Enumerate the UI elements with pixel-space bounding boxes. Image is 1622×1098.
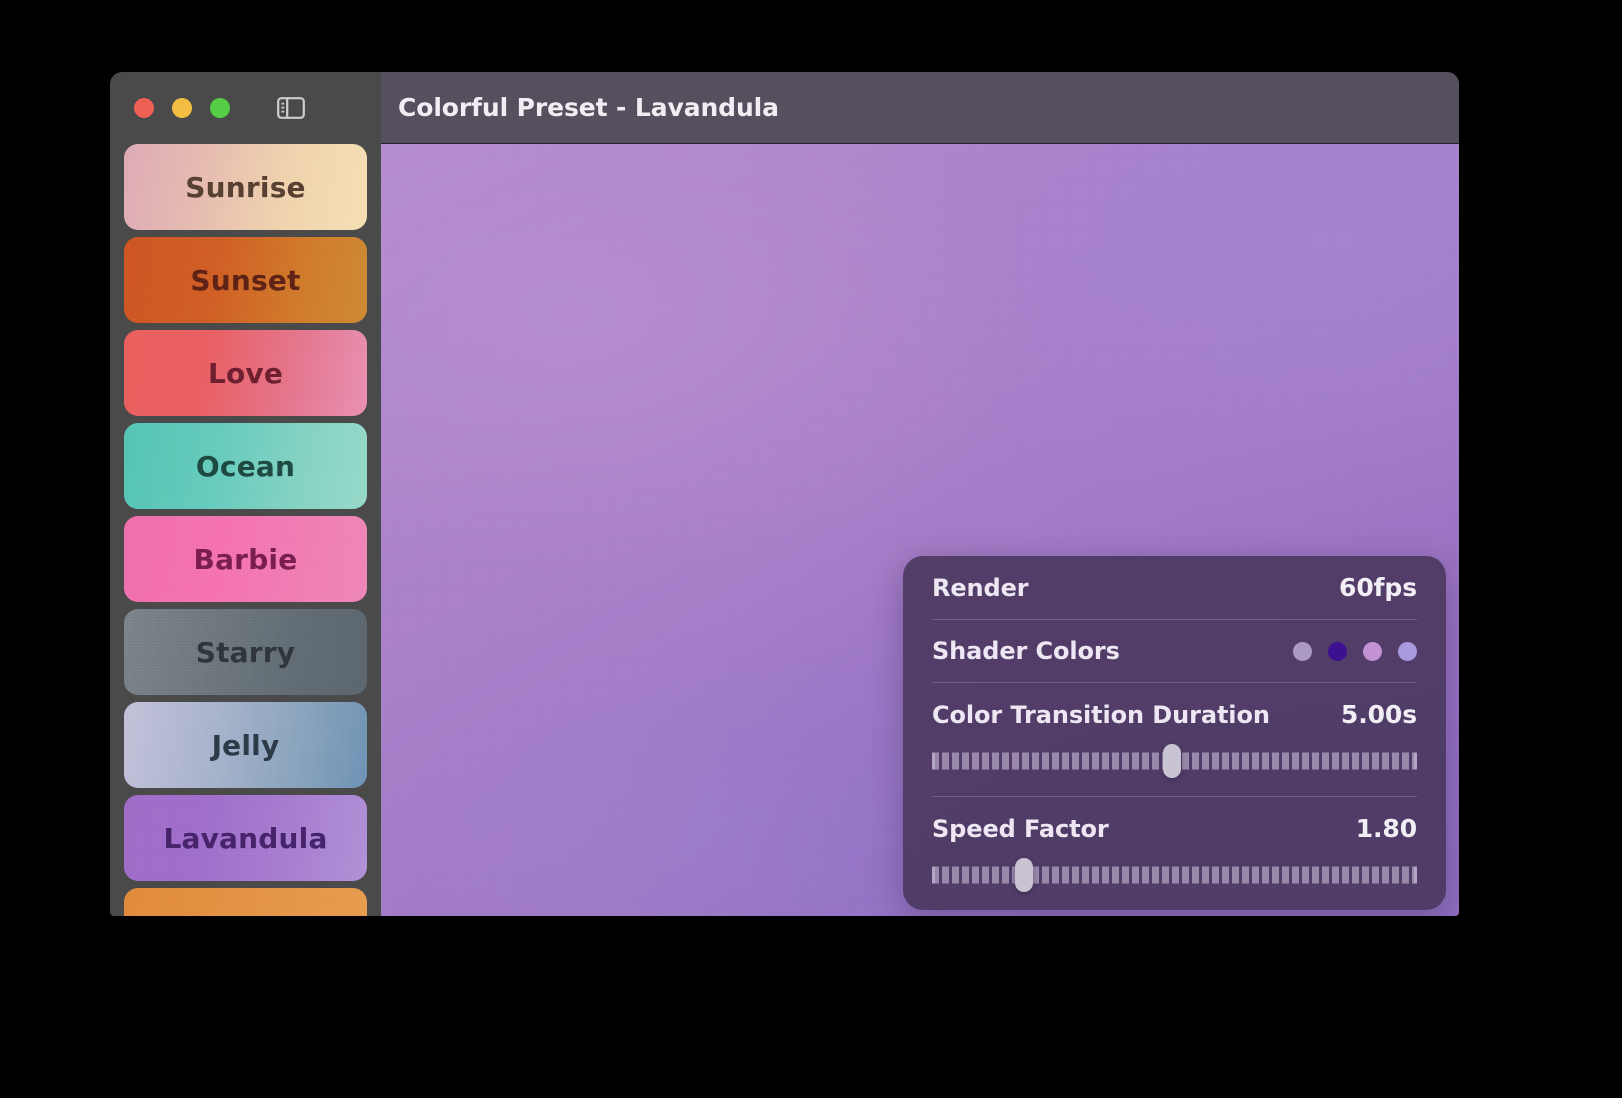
slider-track-end: [1414, 753, 1417, 770]
control-panel: Render 60fps Shader Colors: [903, 556, 1446, 910]
preset-item-starry[interactable]: Starry: [124, 609, 367, 695]
window-controls: [134, 98, 230, 118]
screen: Sunrise Sunset Love Ocean Barbie Starry: [0, 0, 1622, 1098]
slider-thumb[interactable]: [1015, 858, 1033, 892]
color-transition-duration-label: Color Transition Duration: [932, 701, 1270, 729]
preset-item-ocean[interactable]: Ocean: [124, 423, 367, 509]
preset-label: Sunset: [190, 264, 300, 297]
color-swatch-1[interactable]: [1293, 642, 1312, 661]
slider-track-end: [1414, 867, 1417, 884]
preset-item-love[interactable]: Love: [124, 330, 367, 416]
color-transition-duration-slider[interactable]: [932, 748, 1417, 774]
window-titlebar: Colorful Preset - Lavandula: [381, 72, 1459, 144]
color-transition-duration-value: 5.00s: [1341, 700, 1417, 729]
preset-label: Love: [208, 357, 283, 390]
render-row: Render 60fps: [932, 556, 1417, 619]
slider-track-start: [932, 753, 935, 770]
preset-item-lavandula[interactable]: Lavandula: [124, 795, 367, 881]
color-swatch-4[interactable]: [1398, 642, 1417, 661]
preset-item-sunset[interactable]: Sunset: [124, 237, 367, 323]
shader-color-swatches[interactable]: [1293, 642, 1417, 661]
speed-factor-value: 1.80: [1356, 814, 1417, 843]
color-swatch-2[interactable]: [1328, 642, 1347, 661]
slider-track: [932, 867, 1417, 884]
shader-canvas[interactable]: Render 60fps Shader Colors: [381, 144, 1459, 916]
preset-item-sunrise[interactable]: Sunrise: [124, 144, 367, 230]
sidebar-titlebar: [110, 72, 381, 144]
speed-factor-label: Speed Factor: [932, 815, 1109, 843]
slider-thumb[interactable]: [1163, 744, 1181, 778]
speed-factor-slider[interactable]: [932, 862, 1417, 888]
sidebar-toggle-icon[interactable]: [276, 96, 306, 120]
slider-track-start: [932, 867, 935, 884]
preset-item-barbie[interactable]: Barbie: [124, 516, 367, 602]
preset-label: Lavandula: [163, 822, 327, 855]
preset-label: Barbie: [194, 543, 298, 576]
minimize-button[interactable]: [172, 98, 192, 118]
page-title: Colorful Preset - Lavandula: [398, 93, 779, 122]
close-button[interactable]: [134, 98, 154, 118]
color-swatch-3[interactable]: [1363, 642, 1382, 661]
maximize-button[interactable]: [210, 98, 230, 118]
preset-label: Jelly: [212, 729, 280, 762]
shader-colors-label: Shader Colors: [932, 637, 1120, 665]
color-transition-duration-row: Color Transition Duration 5.00s: [932, 682, 1417, 796]
app-window: Sunrise Sunset Love Ocean Barbie Starry: [110, 72, 1459, 916]
preset-label: Starry: [196, 636, 296, 669]
speed-factor-row: Speed Factor 1.80: [932, 796, 1417, 910]
render-value: 60fps: [1339, 573, 1417, 602]
render-label: Render: [932, 574, 1029, 602]
shader-colors-row: Shader Colors: [932, 619, 1417, 682]
preset-item-partial[interactable]: [124, 888, 367, 916]
sidebar: Sunrise Sunset Love Ocean Barbie Starry: [110, 72, 381, 916]
preset-item-jelly[interactable]: Jelly: [124, 702, 367, 788]
preset-list[interactable]: Sunrise Sunset Love Ocean Barbie Starry: [110, 144, 381, 916]
main-pane: Colorful Preset - Lavandula Render 60fps…: [381, 72, 1459, 916]
preset-label: Ocean: [196, 450, 295, 483]
preset-label: Sunrise: [185, 171, 306, 204]
